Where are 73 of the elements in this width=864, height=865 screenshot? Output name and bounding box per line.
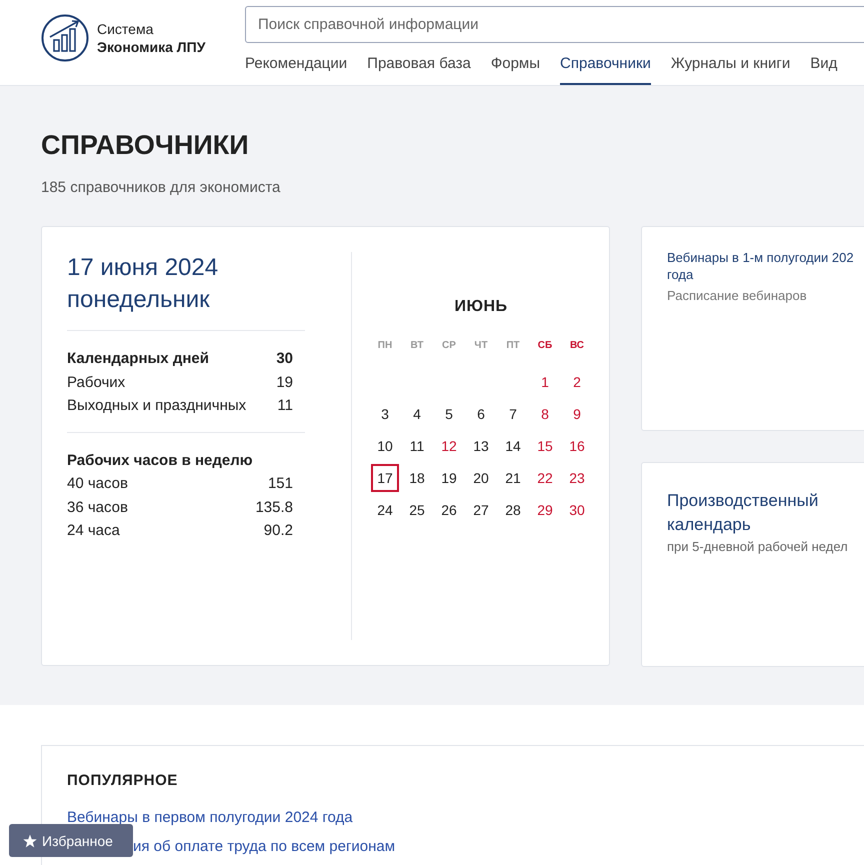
weekday-label: ВС bbox=[568, 338, 586, 352]
page-subtitle: 185 справочников для экономиста bbox=[41, 179, 282, 196]
page-title: СПРАВОЧНИКИ bbox=[41, 130, 250, 161]
stat-label: Календарных дней bbox=[67, 349, 209, 369]
weekday-label: ЧТ bbox=[473, 338, 489, 352]
hours-value: 90.2 bbox=[264, 521, 293, 541]
calendar-day[interactable]: 6 bbox=[467, 400, 495, 428]
hours-title: Рабочих часов в неделю bbox=[67, 450, 254, 470]
search-field[interactable]: Поиск справочной информации bbox=[245, 6, 864, 43]
star-icon bbox=[23, 834, 37, 848]
hours-label: 24 часа bbox=[67, 521, 120, 541]
calendar-day[interactable]: 26 bbox=[435, 496, 463, 524]
calendar-day[interactable]: 8 bbox=[531, 400, 559, 428]
calendar-day[interactable]: 4 bbox=[403, 400, 431, 428]
popular-link[interactable]: ия об оплате труда по всем регионам bbox=[133, 838, 396, 855]
nav-tab[interactable]: Вид bbox=[810, 55, 838, 85]
calendar-day[interactable]: 17 bbox=[371, 464, 399, 492]
calendar-day[interactable]: 10 bbox=[371, 432, 399, 460]
nav-tab[interactable]: Правовая база bbox=[367, 55, 471, 85]
calendar-day[interactable]: 13 bbox=[467, 432, 495, 460]
calendar-day[interactable]: 9 bbox=[563, 400, 591, 428]
stat-value: 11 bbox=[277, 396, 293, 416]
calendar-day[interactable]: 1 bbox=[531, 368, 559, 396]
popular-title: ПОПУЛЯРНОЕ bbox=[67, 772, 179, 789]
weekday-label: ПН bbox=[376, 338, 394, 352]
nav-tab[interactable]: Формы bbox=[490, 55, 540, 85]
weekday-label: ПТ bbox=[505, 338, 521, 352]
hours-label: 36 часов bbox=[67, 498, 128, 518]
month-title: ИЮНЬ bbox=[453, 298, 509, 316]
card-subtitle: Расписание вебинаров bbox=[667, 288, 808, 303]
card-title: Производственный календарь bbox=[667, 490, 820, 536]
calendar-day[interactable]: 3 bbox=[371, 400, 399, 428]
nav-tab[interactable]: Журналы и книги bbox=[670, 55, 790, 85]
calendar-day[interactable]: 19 bbox=[435, 464, 463, 492]
calendar-day[interactable]: 24 bbox=[371, 496, 399, 524]
current-date: 17 июня 2024 bbox=[67, 253, 220, 283]
logo-subtitle: Экономика ЛПУ bbox=[97, 38, 206, 56]
calendar-day[interactable]: 25 bbox=[403, 496, 431, 524]
calendar-day[interactable]: 20 bbox=[467, 464, 495, 492]
calendar-day[interactable]: 30 bbox=[563, 496, 591, 524]
stat-value: 19 bbox=[276, 372, 293, 392]
popular-link[interactable]: Вебинары в первом полугодии 2024 года bbox=[67, 809, 353, 826]
calendar-day[interactable]: 28 bbox=[499, 496, 527, 524]
card-link[interactable]: Вебинары в 1-м полугодии 202 года bbox=[667, 249, 864, 283]
calendar-day[interactable]: 2 bbox=[563, 368, 591, 396]
weekday-label: ВТ bbox=[410, 338, 424, 352]
stat-label: Выходных и праздничных bbox=[67, 396, 246, 416]
card-subtitle: при 5-дневной рабочей недел bbox=[667, 539, 849, 554]
calendar-day[interactable]: 18 bbox=[403, 464, 431, 492]
calendar-day[interactable]: 23 bbox=[563, 464, 591, 492]
stat-value: 30 bbox=[276, 349, 293, 369]
calendar-day[interactable]: 21 bbox=[499, 464, 527, 492]
calendar-day[interactable]: 16 bbox=[563, 432, 591, 460]
hours-value: 151 bbox=[268, 474, 293, 494]
favorites-button[interactable]: Избранное bbox=[9, 824, 133, 857]
weekday-label: СБ bbox=[536, 338, 554, 352]
calendar-day[interactable]: 27 bbox=[467, 496, 495, 524]
weekday-label: СР bbox=[441, 338, 457, 352]
chart-logo-icon bbox=[41, 14, 89, 62]
calendar-day[interactable]: 12 bbox=[435, 432, 463, 460]
nav-tab[interactable]: Рекомендации bbox=[245, 55, 348, 85]
stat-label: Рабочих bbox=[67, 372, 126, 392]
current-weekday: понедельник bbox=[67, 285, 211, 315]
calendar-day[interactable]: 15 bbox=[531, 432, 559, 460]
hours-label: 40 часов bbox=[67, 474, 128, 494]
calendar-day[interactable]: 5 bbox=[435, 400, 463, 428]
calendar-day[interactable]: 29 bbox=[531, 496, 559, 524]
hours-value: 135.8 bbox=[255, 498, 293, 518]
calendar-day[interactable]: 7 bbox=[499, 400, 527, 428]
calendar-day[interactable]: 14 bbox=[499, 432, 527, 460]
logo-title: Система bbox=[97, 20, 154, 38]
calendar-day[interactable]: 22 bbox=[531, 464, 559, 492]
calendar-day[interactable]: 11 bbox=[403, 432, 431, 460]
